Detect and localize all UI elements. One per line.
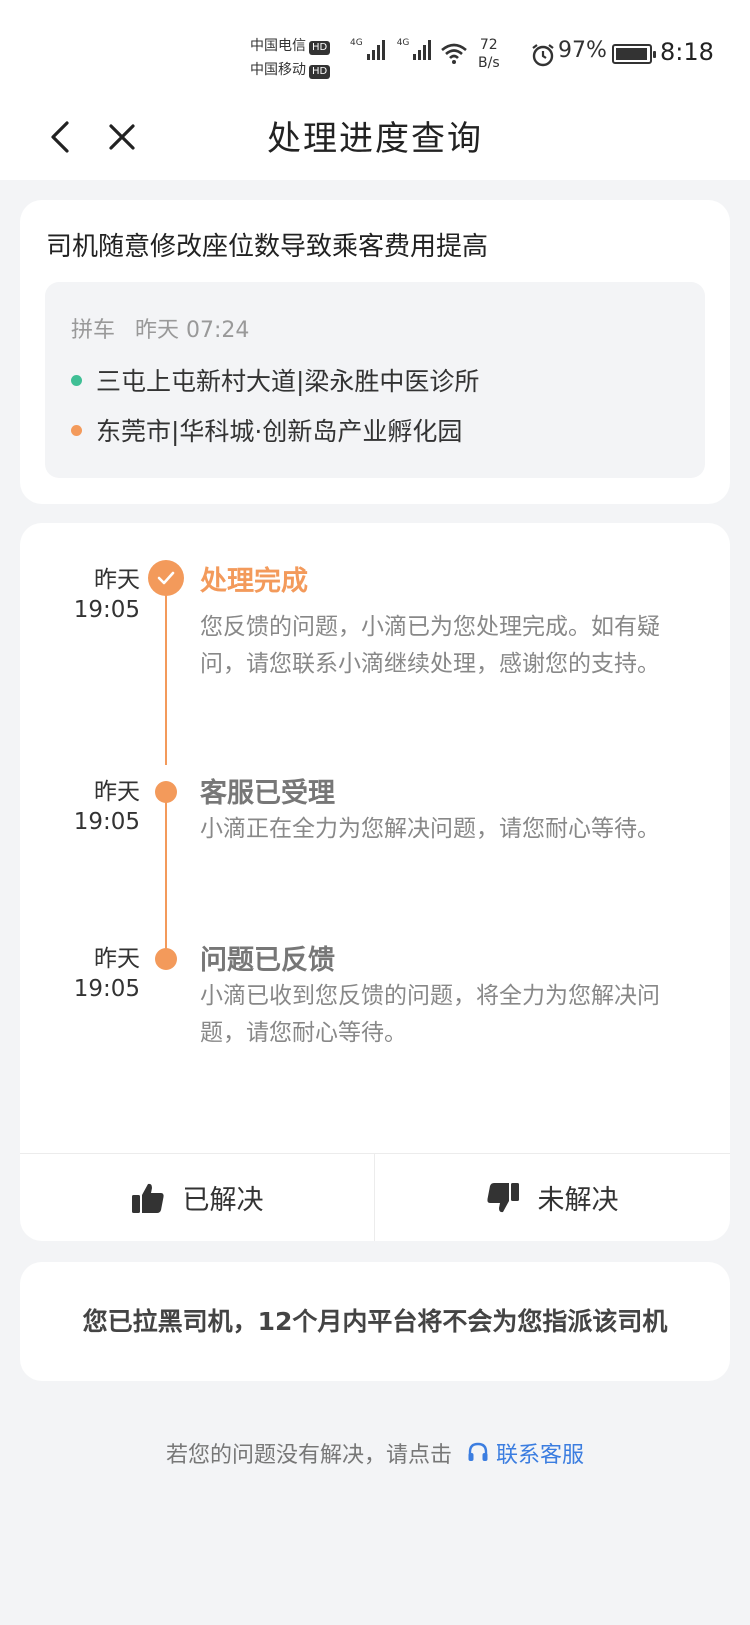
notice-text: 您已拉黑司机，12个月内平台将不会为您指派该司机 (82, 1307, 668, 1336)
progress-timeline: 昨天 19:05 处理完成 您反馈的问题，小滴已为您处理完成。如有疑问，请您联系… (20, 523, 730, 1153)
unsolved-button[interactable]: 未解决 (375, 1154, 729, 1241)
timeline-day: 昨天 (94, 779, 140, 805)
node-dot-icon (155, 948, 177, 970)
battery-icon (612, 44, 656, 64)
timeline-node (147, 559, 185, 597)
timeline-node (147, 773, 185, 811)
net-speed-value: 72 (479, 37, 498, 53)
timeline-desc: 您反馈的问题，小滴已为您处理完成。如有疑问，请您联系小滴继续处理，感谢您的支持。 (200, 614, 660, 677)
net-speed: 72 B/s (478, 36, 500, 72)
net-speed-unit: B/s (478, 55, 500, 71)
timeline-node (147, 940, 185, 978)
node-dot-icon (155, 781, 177, 803)
timeline-day: 昨天 (94, 567, 140, 593)
alarm-icon (530, 42, 556, 72)
trip-type: 拼车 (71, 318, 116, 343)
progress-card: 昨天 19:05 处理完成 您反馈的问题，小滴已为您处理完成。如有疑问，请您联系… (20, 523, 730, 1241)
issue-title: 司机随意修改座位数导致乘客费用提高 (46, 232, 489, 262)
carrier-1: 中国电信 (250, 38, 306, 54)
signal-icon (366, 38, 385, 60)
start-address: 三屯上屯新村大道|梁永胜中医诊所 (96, 367, 480, 396)
check-icon (148, 560, 184, 596)
timeline-day: 昨天 (94, 946, 140, 972)
unsolved-label: 未解决 (537, 1185, 619, 1216)
hd-badge: HD (309, 41, 331, 55)
end-address: 东莞市|华科城·创新岛产业孵化园 (96, 417, 463, 446)
timeline-desc: 小滴正在全力为您解决问题，请您耐心等待。 (200, 816, 660, 842)
solved-label: 已解决 (182, 1185, 264, 1216)
timeline-title: 问题已反馈 (200, 945, 335, 976)
thumbs-down-icon (486, 1182, 519, 1212)
solved-button[interactable]: 已解决 (20, 1154, 374, 1241)
timeline-connector (165, 801, 167, 955)
timeline-desc: 小滴已收到您反馈的问题，将全力为您解决问题，请您耐心等待。 (200, 983, 660, 1046)
start-dot-icon (71, 374, 82, 386)
carrier-2: 中国移动 (250, 62, 306, 78)
timeline-date: 昨天 19:05 (50, 777, 140, 837)
clock: 8:18 (660, 38, 714, 66)
timeline-title: 客服已受理 (200, 778, 335, 809)
thumbs-up-icon (131, 1183, 164, 1213)
signal-indicators: 4G 4G (350, 38, 432, 60)
timeline-title: 处理完成 (200, 566, 308, 597)
timeline-time: 19:05 (73, 809, 140, 835)
help-prompt: 若您的问题没有解决，请点击 (165, 1443, 452, 1468)
page-title: 处理进度查询 (267, 119, 483, 159)
battery-fill (616, 48, 648, 60)
wifi-icon (440, 42, 468, 68)
nav-bar: 处理进度查询 (0, 95, 750, 180)
contact-support-label: 联系客服 (496, 1443, 585, 1468)
status-bar: 中国电信 HD 中国移动 HD 4G 4G 72 B/s 97% 8:18 (0, 0, 750, 95)
trip-time: 昨天 07:24 (135, 318, 250, 343)
order-card: 司机随意修改座位数导致乘客费用提高 拼车 昨天 07:24 三屯上屯新村大道|梁永… (20, 200, 730, 504)
timeline-date: 昨天 19:05 (50, 565, 140, 625)
battery-percent: 97% (558, 38, 607, 63)
timeline-time: 19:05 (73, 597, 140, 623)
hd-badge: HD (309, 65, 331, 79)
route-end: 东莞市|华科城·创新岛产业孵化园 (71, 412, 462, 448)
trip-info: 拼车 昨天 07:24 三屯上屯新村大道|梁永胜中医诊所 东莞市|华科城·创新岛产… (45, 282, 705, 478)
timeline-time: 19:05 (73, 976, 140, 1002)
network-type: 4G (396, 38, 410, 48)
help-footer: 若您的问题没有解决，请点击 联系客服 (0, 1437, 750, 1469)
headset-icon (468, 1442, 488, 1461)
timeline-connector (165, 595, 167, 765)
timeline-date: 昨天 19:05 (50, 944, 140, 1004)
end-dot-icon (71, 424, 82, 436)
trip-meta: 拼车 昨天 07:24 (71, 312, 249, 344)
signal-icon (413, 38, 432, 60)
contact-support-link[interactable]: 联系客服 (466, 1437, 584, 1469)
network-type: 4G (350, 38, 363, 48)
route-start: 三屯上屯新村大道|梁永胜中医诊所 (71, 362, 479, 398)
carrier-info: 中国电信 HD 中国移动 HD (250, 34, 331, 82)
blacklist-notice: 您已拉黑司机，12个月内平台将不会为您指派该司机 (20, 1262, 730, 1381)
